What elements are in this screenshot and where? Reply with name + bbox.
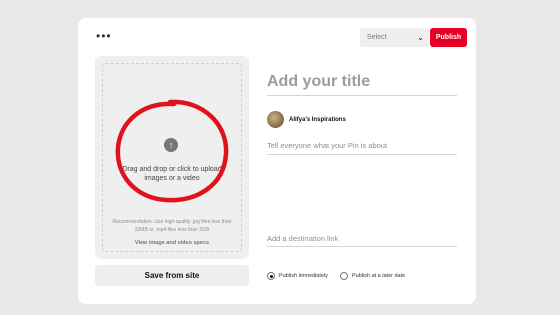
chevron-down-icon: ⌄	[417, 33, 424, 42]
radio-label: Publish immediately	[279, 273, 328, 279]
upload-recommendation: Recommendation: Use high-quality .jpg fi…	[112, 219, 232, 233]
publish-immediately-option[interactable]: Publish immediately	[267, 271, 328, 281]
specs-link[interactable]: View image and video specs	[110, 240, 234, 246]
radio-label: Publish at a later date	[352, 273, 406, 279]
description-input[interactable]: Tell everyone what your Pin is about	[267, 141, 457, 155]
publish-later-option[interactable]: Publish at a later date	[340, 271, 405, 281]
save-from-site-button[interactable]: Save from site	[95, 265, 249, 286]
board-select-value: Select	[367, 34, 387, 41]
board-select[interactable]: Select ⌄	[360, 28, 429, 47]
board-name: Alifya's Inspirations	[289, 117, 346, 123]
publish-button[interactable]: Publish	[430, 28, 467, 47]
title-input[interactable]: Add your title	[267, 72, 457, 96]
red-circle-annotation	[115, 99, 229, 203]
avatar	[267, 111, 284, 128]
radio-button[interactable]	[267, 272, 275, 280]
destination-link-input[interactable]: Add a destination link	[267, 234, 457, 247]
radio-button[interactable]	[340, 272, 348, 280]
more-options-icon[interactable]: •••	[96, 30, 112, 42]
